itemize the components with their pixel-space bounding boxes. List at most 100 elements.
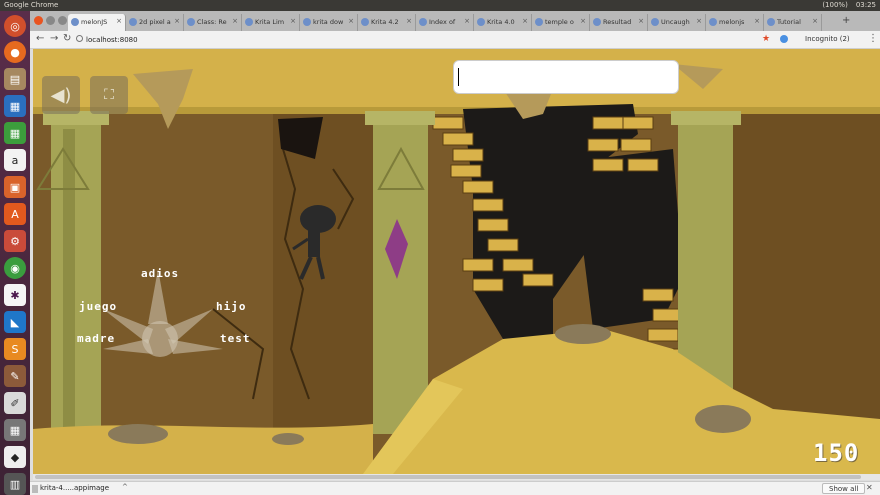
settings-icon[interactable]: ⚙ (4, 230, 26, 252)
tab-4[interactable]: krita dow × (300, 14, 358, 31)
text-caret (458, 68, 459, 86)
new-tab-button[interactable]: + (842, 15, 850, 26)
favicon-icon (245, 18, 253, 26)
tabs: melonJS × 2d pixel a × Class: Re × Krita Lim × k… (68, 14, 822, 31)
show-all-button[interactable]: Show all (822, 483, 866, 494)
tab-2[interactable]: Class: Re × (184, 14, 242, 31)
editor-icon[interactable]: ✐ (4, 392, 26, 414)
tab-close-icon[interactable]: × (232, 17, 238, 25)
radial-option-hijo[interactable]: hijo (216, 300, 247, 313)
bookmark-star-icon[interactable]: ★ (762, 34, 770, 44)
krita-icon[interactable]: ✎ (4, 365, 26, 387)
tab-label: Resultad (603, 18, 632, 26)
tab-close-icon[interactable]: × (174, 17, 180, 25)
fullscreen-icon: ⛶ (104, 87, 114, 103)
favicon-icon (129, 18, 137, 26)
tab-close-icon[interactable]: × (464, 17, 470, 25)
impress-icon[interactable]: ▣ (4, 176, 26, 198)
battery-status: (100%) (822, 1, 848, 9)
tab-label: Uncaugh (661, 18, 690, 26)
fullscreen-button[interactable]: ⛶ (90, 76, 128, 114)
vscode-icon[interactable]: ◣ (4, 311, 26, 333)
writer-icon[interactable]: ▦ (4, 95, 26, 117)
game-canvas[interactable]: ◀) ⛶ adios juego hijo madre test 150 (33, 49, 880, 474)
pillar-middle (365, 111, 435, 434)
software-center-icon[interactable]: A (4, 203, 26, 225)
favicon-icon (477, 18, 485, 26)
download-item[interactable]: krita-4.....appimage (40, 484, 109, 492)
tab-5[interactable]: Krita 4.2 × (358, 14, 416, 31)
tab-close-icon[interactable]: × (580, 17, 586, 25)
tab-10[interactable]: Uncaugh × (648, 14, 706, 31)
tab-close-icon[interactable]: × (290, 17, 296, 25)
tab-close-icon[interactable]: × (812, 17, 818, 25)
tab-close-icon[interactable]: × (116, 17, 122, 25)
forward-icon[interactable]: → (50, 33, 58, 44)
favicon-icon (187, 18, 195, 26)
radial-option-madre[interactable]: madre (77, 332, 115, 345)
tab-0[interactable]: melonJS × (68, 14, 126, 31)
window-minimize-button[interactable] (46, 16, 55, 25)
calculator-icon[interactable]: ▦ (4, 419, 26, 441)
window-close-button[interactable] (34, 16, 43, 25)
download-bar: krita-4.....appimage ^ Show all ✕ (30, 481, 880, 495)
top-panel: Google Chrome (100%) 03:25 (0, 0, 880, 11)
trash-icon[interactable]: ▥ (4, 473, 26, 495)
chrome-icon[interactable]: ◉ (4, 257, 26, 279)
sublime-icon[interactable]: S (4, 338, 26, 360)
chat-input[interactable] (453, 60, 679, 94)
tab-9[interactable]: Resultad × (590, 14, 648, 31)
tab-close-icon[interactable]: × (638, 17, 644, 25)
close-icon[interactable]: ✕ (866, 483, 873, 492)
tab-close-icon[interactable]: × (696, 17, 702, 25)
window-maximize-button[interactable] (58, 16, 67, 25)
tab-11[interactable]: melonjs × (706, 14, 764, 31)
slack-icon[interactable]: ✱ (4, 284, 26, 306)
tab-label: melonjs (719, 18, 745, 26)
tab-3[interactable]: Krita Lim × (242, 14, 300, 31)
tab-close-icon[interactable]: × (754, 17, 760, 25)
browser-menu-icon[interactable]: ⋮ (868, 33, 878, 44)
tab-label: Krita Lim (255, 18, 285, 26)
score-counter: 150 (813, 439, 860, 467)
reload-icon[interactable]: ↻ (63, 33, 71, 44)
tab-7[interactable]: Krita 4.0 × (474, 14, 532, 31)
info-icon[interactable] (76, 35, 83, 42)
sound-icon: ◀) (50, 84, 72, 106)
calc-icon[interactable]: ▦ (4, 122, 26, 144)
tab-label: krita dow (313, 18, 344, 26)
tab-label: temple o (545, 18, 574, 26)
tab-label: melonJS (81, 18, 108, 26)
favicon-icon (593, 18, 601, 26)
tab-1[interactable]: 2d pixel a × (126, 14, 184, 31)
incognito-badge[interactable]: Incognito (2) (805, 35, 850, 43)
inkscape-icon[interactable]: ◆ (4, 446, 26, 468)
radial-option-test[interactable]: test (220, 332, 251, 345)
favicon-icon (419, 18, 427, 26)
tab-8[interactable]: temple o × (532, 14, 590, 31)
address-bar[interactable]: localhost:8080 (86, 36, 138, 44)
horizontal-scrollbar[interactable] (33, 474, 880, 480)
tab-close-icon[interactable]: × (522, 17, 528, 25)
tab-label: Krita 4.2 (371, 18, 399, 26)
amazon-icon[interactable]: a (4, 149, 26, 171)
tab-12[interactable]: Tutorial × (764, 14, 822, 31)
radial-option-adios[interactable]: adios (141, 267, 179, 280)
file-icon (32, 485, 38, 493)
tab-6[interactable]: Index of × (416, 14, 474, 31)
radial-option-juego[interactable]: juego (79, 300, 117, 313)
tab-strip: melonJS × 2d pixel a × Class: Re × Krita Lim × k… (30, 11, 880, 31)
tab-close-icon[interactable]: × (348, 17, 354, 25)
firefox-icon[interactable]: ● (4, 41, 26, 63)
favicon-icon (767, 18, 775, 26)
tab-close-icon[interactable]: × (406, 17, 412, 25)
chevron-up-icon[interactable]: ^ (122, 483, 128, 491)
files-icon[interactable]: ▤ (4, 68, 26, 90)
sound-toggle-button[interactable]: ◀) (42, 76, 80, 114)
back-icon[interactable]: ← (36, 33, 44, 44)
ubuntu-icon[interactable]: ◎ (4, 15, 26, 37)
tab-label: Index of (429, 18, 456, 26)
extension-icon[interactable] (780, 35, 788, 43)
scrollbar-thumb[interactable] (35, 475, 861, 479)
tab-label: Krita 4.0 (487, 18, 515, 26)
